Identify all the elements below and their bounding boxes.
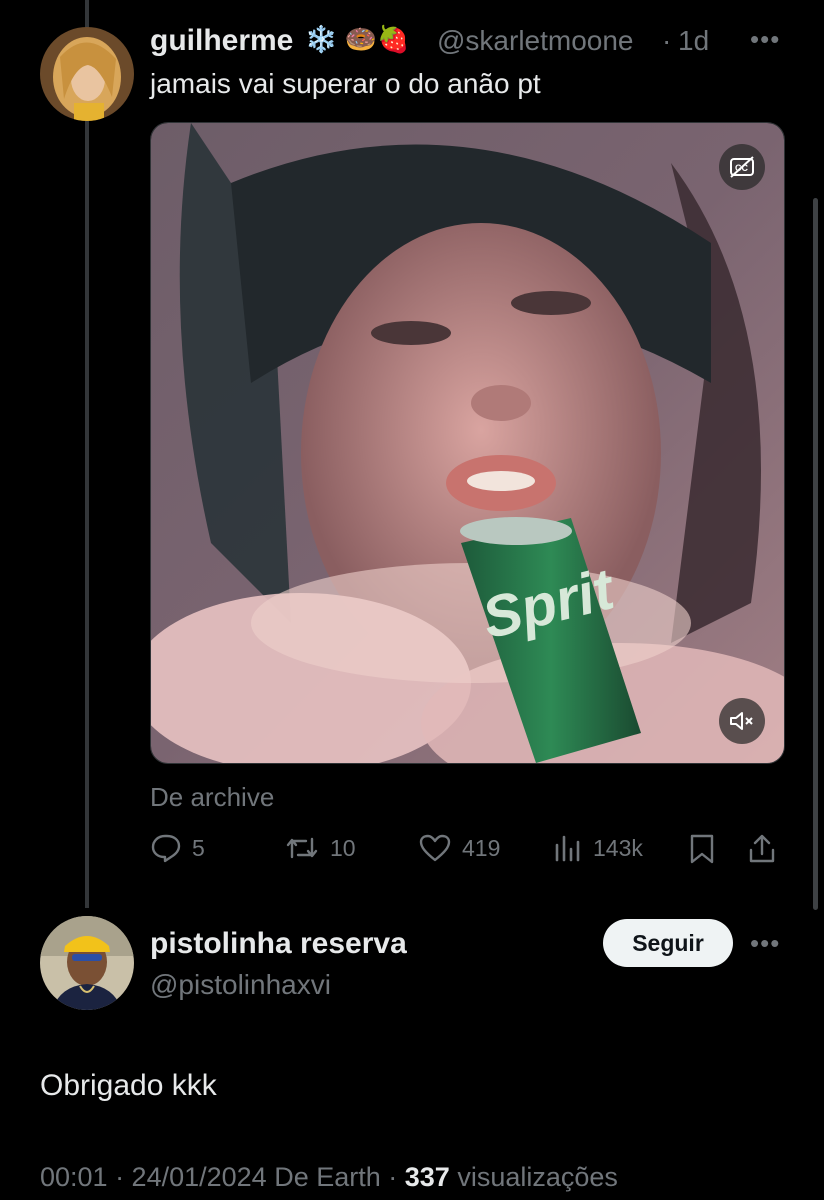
more-options-icon[interactable]: ••• [750, 928, 780, 959]
like-button[interactable]: 419 [418, 833, 500, 863]
retweet-icon [286, 837, 318, 859]
closed-captions-icon: CC [730, 156, 754, 178]
view-count: 143k [593, 834, 643, 861]
scrollbar[interactable] [813, 198, 818, 910]
more-options-icon[interactable]: ••• [750, 24, 780, 55]
reply-timestamp[interactable]: 00:01 · 24/01/2024 De Earth · [40, 1162, 397, 1192]
tweet-time[interactable]: 1d [678, 25, 709, 57]
reply-count: 5 [192, 834, 205, 861]
reply-icon [151, 834, 181, 863]
thread-line [85, 0, 89, 908]
share-icon [749, 834, 775, 863]
retweet-button[interactable]: 10 [284, 833, 356, 863]
author-emojis: ❄️ 🍩🍓 [305, 24, 410, 54]
avatar-guilherme[interactable] [40, 27, 134, 121]
bookmark-icon [690, 834, 714, 864]
reply-views-count: 337 [404, 1162, 450, 1192]
avatar-pistolinha[interactable] [40, 916, 134, 1010]
reply-text: Obrigado kkk [40, 1069, 217, 1102]
bookmark-button[interactable] [688, 833, 716, 865]
like-count: 419 [462, 834, 501, 861]
reply-button[interactable]: 5 [150, 833, 205, 863]
reply-author-name[interactable]: pistolinha reserva [150, 927, 407, 961]
media-source[interactable]: De archive [150, 782, 274, 813]
tweet-author-name[interactable]: guilherme [150, 24, 293, 58]
tweet-text: jamais vai superar o do anão pt [150, 68, 541, 99]
time-separator: · [662, 25, 672, 56]
heart-icon [419, 834, 451, 862]
bar-chart-icon [555, 835, 580, 862]
tweet-author-handle[interactable]: @skarletmoone [437, 25, 634, 57]
views-button[interactable]: 143k [553, 833, 643, 863]
captions-button[interactable]: CC [719, 144, 765, 190]
reply-meta: 00:01 · 24/01/2024 De Earth · 337 visual… [40, 1162, 618, 1193]
speaker-muted-icon [730, 712, 753, 730]
retweet-count: 10 [330, 834, 356, 861]
video-frame: Sprit [151, 123, 784, 763]
reply-views-label: visualizações [457, 1162, 618, 1192]
tweet-video[interactable]: Sprit CC [150, 122, 785, 764]
share-button[interactable] [747, 833, 777, 865]
follow-button[interactable]: Seguir [603, 919, 733, 967]
mute-button[interactable] [719, 698, 765, 744]
reply-author-handle[interactable]: @pistolinhaxvi [150, 969, 331, 1001]
